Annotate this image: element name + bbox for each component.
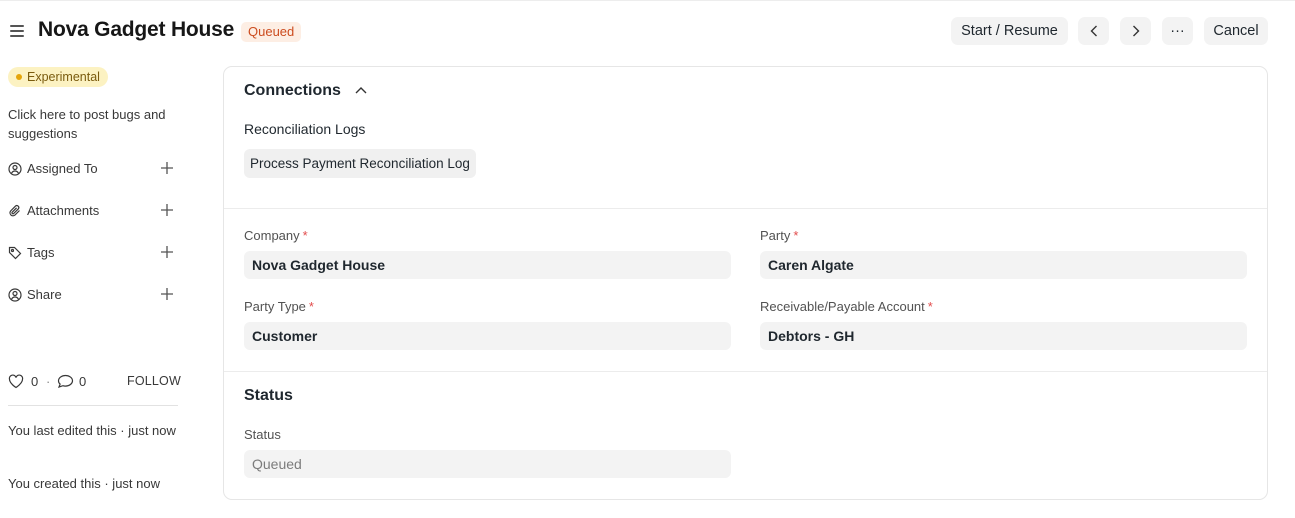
sidebar: Experimental Click here to post bugs and… xyxy=(0,0,200,518)
party-type-label: Party Type * xyxy=(244,299,314,314)
sidebar-item-label: Tags xyxy=(27,245,55,260)
company-label: Company * xyxy=(244,228,308,243)
share-user-icon xyxy=(8,288,22,302)
last-edited-info: You last edited this · just now xyxy=(8,423,176,438)
page-header: Nova Gadget House Queued Start / Resume … xyxy=(0,14,1295,48)
chevron-right-icon xyxy=(1132,25,1139,37)
party-field[interactable]: Caren Algate xyxy=(760,251,1247,279)
sidebar-item-share: Share xyxy=(8,285,178,305)
add-attachment-plus-icon[interactable] xyxy=(160,203,174,217)
receivable-payable-account-field[interactable]: Debtors - GH xyxy=(760,322,1247,350)
created-info: You created this · just now xyxy=(8,476,160,491)
comment-count: 0 xyxy=(79,374,87,389)
reconciliation-log-link[interactable]: Process Payment Reconciliation Log xyxy=(244,149,476,178)
sidebar-item-label: Assigned To xyxy=(27,161,98,176)
sidebar-item-assigned-to: Assigned To xyxy=(8,159,178,179)
experimental-badge: Experimental xyxy=(8,67,108,87)
more-actions-button[interactable]: ··· xyxy=(1162,17,1193,45)
likes-comments-bar: 0 · 0 FOLLOW xyxy=(8,372,181,392)
chevron-left-icon xyxy=(1090,25,1097,37)
reconciliation-logs-label: Reconciliation Logs xyxy=(244,121,366,137)
add-assignee-plus-icon[interactable] xyxy=(160,161,174,175)
heart-icon[interactable] xyxy=(8,374,24,389)
start-resume-button[interactable]: Start / Resume xyxy=(951,17,1068,45)
previous-record-button[interactable] xyxy=(1078,17,1109,45)
hamburger-menu-icon[interactable] xyxy=(10,23,25,38)
chevron-up-icon[interactable] xyxy=(355,86,367,94)
account-label: Receivable/Payable Account * xyxy=(760,299,933,314)
sidebar-item-tags: Tags xyxy=(8,243,178,263)
separator: · xyxy=(46,374,51,389)
dot-icon xyxy=(16,74,22,80)
sidebar-item-attachments: Attachments xyxy=(8,201,178,221)
follow-button[interactable]: FOLLOW xyxy=(127,374,181,388)
section-divider xyxy=(224,208,1267,209)
next-record-button[interactable] xyxy=(1120,17,1151,45)
post-bugs-link[interactable]: Click here to post bugs and suggestions xyxy=(8,105,188,143)
status-badge: Queued xyxy=(241,22,302,42)
party-type-field[interactable]: Customer xyxy=(244,322,731,350)
sidebar-item-label: Share xyxy=(27,287,62,302)
sidebar-item-label: Attachments xyxy=(27,203,100,218)
cancel-button[interactable]: Cancel xyxy=(1204,17,1268,45)
required-asterisk: * xyxy=(927,299,933,314)
experimental-label: Experimental xyxy=(27,70,100,84)
connections-title: Connections xyxy=(244,82,341,99)
status-label: Status xyxy=(244,427,281,442)
page-title: Nova Gadget House xyxy=(38,18,235,41)
section-divider xyxy=(224,371,1267,372)
add-tag-plus-icon[interactable] xyxy=(160,245,174,259)
add-share-plus-icon[interactable] xyxy=(160,287,174,301)
status-section-title: Status xyxy=(244,387,293,404)
like-count: 0 xyxy=(31,374,39,389)
required-asterisk: * xyxy=(302,228,308,243)
paperclip-icon xyxy=(9,205,20,217)
company-field[interactable]: Nova Gadget House xyxy=(244,251,731,279)
required-asterisk: * xyxy=(793,228,799,243)
status-field: Queued xyxy=(244,450,731,478)
comment-icon[interactable] xyxy=(57,374,74,389)
required-asterisk: * xyxy=(308,299,314,314)
tag-icon xyxy=(8,246,22,260)
party-label: Party * xyxy=(760,228,799,243)
sidebar-divider xyxy=(8,405,178,406)
form-card: Connections Reconciliation Logs Process … xyxy=(223,66,1268,500)
user-plus-icon xyxy=(8,162,22,176)
